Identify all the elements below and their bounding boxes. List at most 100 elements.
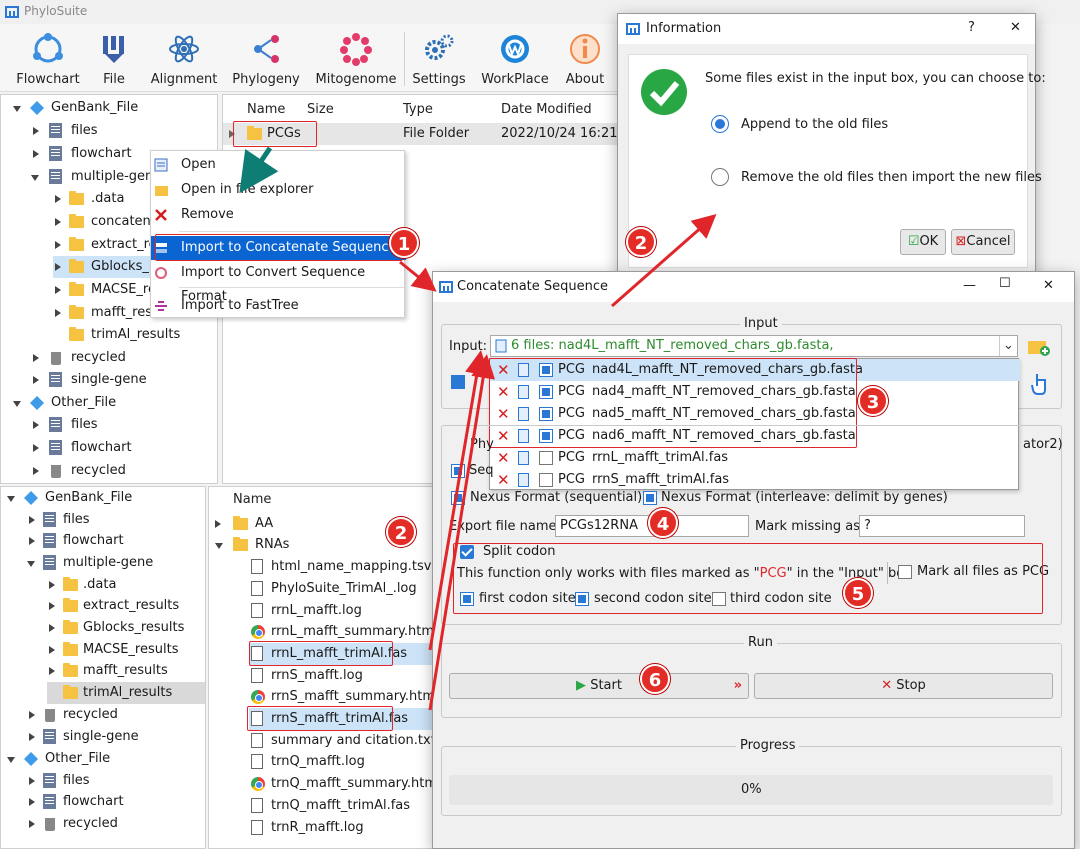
nexus-int-label[interactable]: Nexus Format (interleave: delimit by gen… (661, 490, 948, 505)
hand-pointer-icon[interactable] (1029, 372, 1051, 396)
double-chevron-down-icon[interactable]: » (734, 674, 742, 698)
annotation-box (247, 706, 393, 731)
ok-button[interactable]: ☑OK (900, 229, 946, 255)
chevron-down-icon[interactable]: ⌄ (999, 336, 1017, 356)
radio-remove-label[interactable]: Remove the old files then import the new… (741, 170, 1042, 185)
workplace-icon (501, 35, 529, 63)
col-date[interactable]: Date Modified (501, 99, 592, 121)
convert-icon (155, 267, 167, 279)
group-title: Input (740, 316, 782, 331)
information-dialog: Information ? ✕ Some files exist in the … (617, 13, 1046, 275)
menu-item-open-explorer[interactable]: Open in file explorer (151, 178, 406, 202)
nexus-seq-checkbox[interactable] (451, 491, 465, 505)
radio-append[interactable] (711, 115, 729, 133)
toolbar-workplace[interactable]: WorkPlace (478, 28, 552, 90)
col-type[interactable]: Type (403, 99, 433, 121)
col-size[interactable]: Size (307, 99, 334, 121)
remove-icon (155, 209, 167, 221)
tree-pane-bottom: GenBank_File files flowchart multiple-ge… (0, 486, 206, 849)
input-combobox[interactable]: 6 files: nad4L_mafft_NT_removed_chars_gb… (490, 335, 1018, 373)
toolbar-label: File (103, 72, 125, 87)
nexus-seq-label[interactable]: Nexus Format (sequential) (470, 490, 642, 505)
toolbar-about[interactable]: About (562, 28, 608, 90)
concatenate-dialog: Concatenate Sequence — ☐ ✕ Input Input: … (432, 271, 1075, 849)
help-button[interactable]: ? (968, 20, 975, 35)
other-file-icon (30, 396, 44, 410)
stop-button[interactable]: ✕ Stop (754, 673, 1053, 699)
cancel-x-icon: ⊠ (955, 234, 967, 249)
annotation-box (155, 234, 403, 261)
menu-item-import-fasttree[interactable]: Import to FastTree (151, 294, 406, 318)
annotation-box (249, 641, 393, 666)
toolbar-label: Alignment (150, 72, 218, 87)
nexus-int-checkbox[interactable] (643, 491, 657, 505)
progress-bar: 0% (449, 775, 1053, 805)
seq-checkbox[interactable] (451, 464, 465, 478)
information-titlebar: Information ? ✕ (618, 14, 1035, 44)
phylip-option-partial[interactable]: Phy (470, 437, 494, 452)
radio-remove[interactable] (711, 168, 729, 186)
toolbar-label: Mitogenome (315, 72, 397, 87)
menu-item-remove[interactable]: Remove (151, 203, 406, 227)
add-folder-icon[interactable] (1027, 337, 1051, 357)
step-badge-3: 3 (858, 386, 888, 416)
dialog-title: Concatenate Sequence (457, 279, 609, 294)
progress-text: 0% (741, 782, 762, 797)
minimize-button[interactable]: — (963, 278, 976, 293)
export-label: Export file name: (449, 519, 561, 534)
maximize-button[interactable]: ☐ (999, 276, 1011, 291)
tree-item-trimal[interactable]: trimAl_results (47, 682, 205, 704)
col-name[interactable]: Name (233, 489, 271, 511)
tree-icon (254, 35, 279, 63)
concatenate-titlebar: Concatenate Sequence — ☐ ✕ (433, 272, 1074, 302)
annotation-box (233, 121, 317, 147)
radio-append-label[interactable]: Append to the old files (741, 117, 888, 132)
close-button[interactable]: ✕ (1043, 278, 1054, 293)
app-title: PhyloSuite (24, 4, 88, 18)
group-title: Run (744, 635, 777, 650)
flowchart-icon (33, 33, 63, 63)
toolbar-flowchart[interactable]: Flowchart (8, 28, 88, 90)
menu-separator (179, 287, 404, 288)
context-menu: Open Open in file explorer Remove Import… (150, 150, 406, 318)
step-badge-5: 5 (843, 578, 873, 608)
other-file-icon (24, 752, 38, 766)
toolbar-mitogenome[interactable]: Mitogenome (314, 28, 398, 90)
folder-icon (155, 186, 168, 196)
seq-option-partial[interactable]: Seq (469, 463, 494, 478)
file-import-icon (103, 36, 124, 63)
toolbar-phylogeny[interactable]: Phylogeny (230, 28, 302, 90)
start-button[interactable]: ▶ Start » (449, 673, 749, 699)
open-icon (154, 158, 168, 172)
toolbar-separator (404, 32, 405, 86)
annotation-box (453, 543, 1043, 614)
genbank-icon (30, 101, 44, 115)
toolbar-label: WorkPlace (481, 72, 549, 87)
cancel-button[interactable]: ⊠Cancel (951, 229, 1015, 255)
success-check-icon (641, 69, 687, 115)
step-badge-6: 6 (640, 664, 670, 694)
gears-icon (425, 34, 454, 60)
toolbar-alignment[interactable]: Alignment (150, 28, 218, 90)
play-icon: ▶ (576, 678, 587, 693)
toolbar-settings[interactable]: Settings (410, 28, 468, 90)
atom-icon (169, 35, 199, 63)
main-toolbar: Flowchart File Alignment Phylogeny Mitog… (0, 24, 620, 92)
input-label: Input: (449, 339, 488, 354)
step-badge-2b: 2 (386, 517, 416, 547)
close-button[interactable]: ✕ (1010, 20, 1021, 35)
menu-separator (179, 231, 404, 232)
toolbar-file[interactable]: File (92, 28, 136, 90)
missing-label: Mark missing as: (755, 519, 865, 534)
col-name[interactable]: Name (247, 99, 285, 121)
menu-item-import-convert[interactable]: Import to Convert Sequence Format (151, 261, 406, 304)
info-message: Some files exist in the input box, you c… (705, 71, 1046, 86)
missing-input[interactable]: ? (859, 515, 1025, 537)
fasttree-icon (155, 301, 167, 311)
app-logo-icon (626, 23, 640, 35)
ring-icon (340, 33, 372, 66)
checkbox-partial[interactable] (451, 375, 465, 389)
step-badge-1: 1 (389, 228, 419, 258)
step-badge-4: 4 (648, 508, 678, 538)
menu-item-open[interactable]: Open (151, 153, 406, 177)
